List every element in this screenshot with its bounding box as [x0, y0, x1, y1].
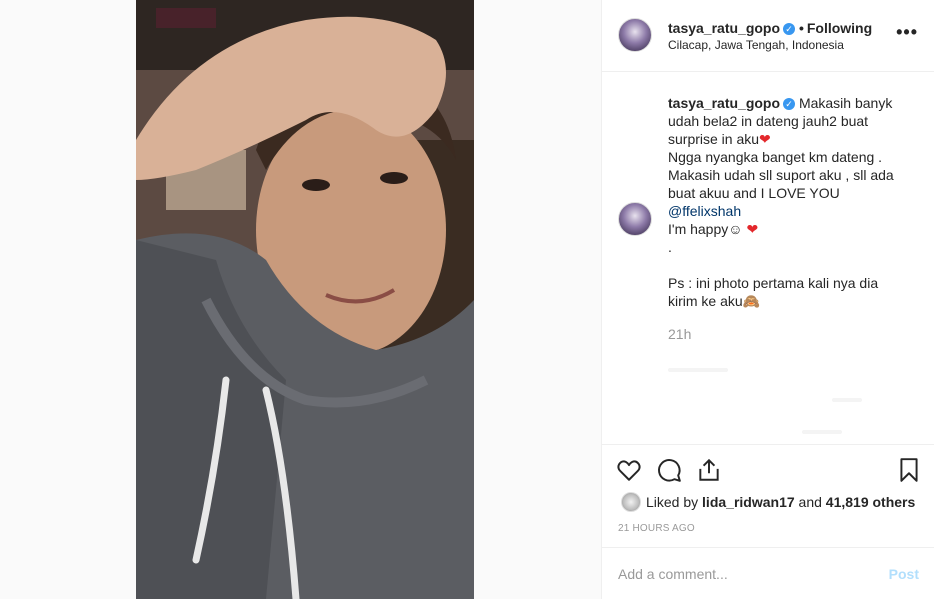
post-photo[interactable]: [136, 0, 474, 599]
bookmark-icon[interactable]: [896, 457, 922, 483]
likes-summary: Liked by lida_ridwan17 and 41,819 others: [646, 494, 915, 510]
caption-time[interactable]: 21h: [668, 326, 691, 342]
caption-text: udah bela2 in dateng jauh2 buat: [668, 113, 869, 129]
caption-text: I'm happy: [668, 221, 729, 237]
likes-connector: and: [798, 494, 822, 510]
caption-text: buat akuu and I LOVE YOU: [668, 185, 840, 201]
faded-comment-line: [802, 430, 842, 434]
action-bar: [602, 444, 934, 484]
selfie-illustration: [136, 0, 474, 599]
caption-username[interactable]: tasya_ratu_gopo: [668, 95, 780, 111]
comment-input[interactable]: [618, 566, 878, 582]
caption-text: Makasih udah sll suport aku , sll ada: [668, 167, 894, 183]
post-location[interactable]: Cilacap, Jawa Tengah, Indonesia: [668, 38, 844, 52]
caption-text: Ngga nyangka banget km dateng .: [668, 149, 883, 165]
monkey-emoji: 🙈: [742, 293, 761, 309]
caption-avatar[interactable]: [618, 202, 652, 236]
faded-comment-line: [832, 398, 862, 402]
post-date[interactable]: 21 HOURS AGO: [618, 523, 695, 534]
photo-area: [0, 0, 600, 599]
post-details-panel: tasya_ratu_gopo ✓ • Following Cilacap, Jaw…: [601, 0, 934, 599]
caption-text: Makasih banyk: [798, 95, 893, 111]
caption-text: surprise in aku: [668, 131, 760, 147]
liker-username[interactable]: lida_ridwan17: [702, 494, 795, 510]
faded-comment-line: [668, 368, 728, 372]
liker-avatar[interactable]: [621, 492, 641, 512]
caption-dot: .: [668, 239, 672, 255]
likes-prefix: Liked by: [646, 494, 699, 510]
instagram-post-view: tasya_ratu_gopo ✓ • Following Cilacap, Jaw…: [0, 0, 934, 599]
comment-icon[interactable]: [656, 457, 682, 483]
caption-text: kirim ke aku: [668, 293, 743, 309]
following-button[interactable]: Following: [807, 20, 872, 36]
more-icon[interactable]: •••: [896, 22, 918, 43]
caption-text: Ps : ini photo pertama kali nya dia: [668, 275, 879, 291]
verified-icon: ✓: [783, 98, 796, 110]
comment-bar: Post: [602, 547, 934, 599]
post-header: tasya_ratu_gopo ✓ • Following Cilacap, Jaw…: [602, 0, 934, 72]
smile-emoji: ☺: [728, 221, 743, 237]
separator-dot: •: [798, 20, 804, 36]
heart-emoji: ❤: [746, 221, 759, 237]
likes-count[interactable]: 41,819 others: [826, 494, 916, 510]
caption-mention[interactable]: @ffelixshah: [668, 202, 918, 220]
author-username[interactable]: tasya_ratu_gopo: [668, 20, 780, 36]
post-comment-button[interactable]: Post: [889, 566, 919, 582]
author-avatar[interactable]: [618, 18, 652, 52]
author-line: tasya_ratu_gopo ✓ • Following: [668, 20, 872, 36]
share-icon[interactable]: [696, 457, 722, 483]
heart-icon[interactable]: [616, 457, 642, 483]
verified-icon: ✓: [783, 23, 796, 35]
heart-emoji: ❤: [759, 131, 771, 147]
post-caption: tasya_ratu_gopo ✓ Makasih banyk udah bela…: [668, 94, 918, 310]
